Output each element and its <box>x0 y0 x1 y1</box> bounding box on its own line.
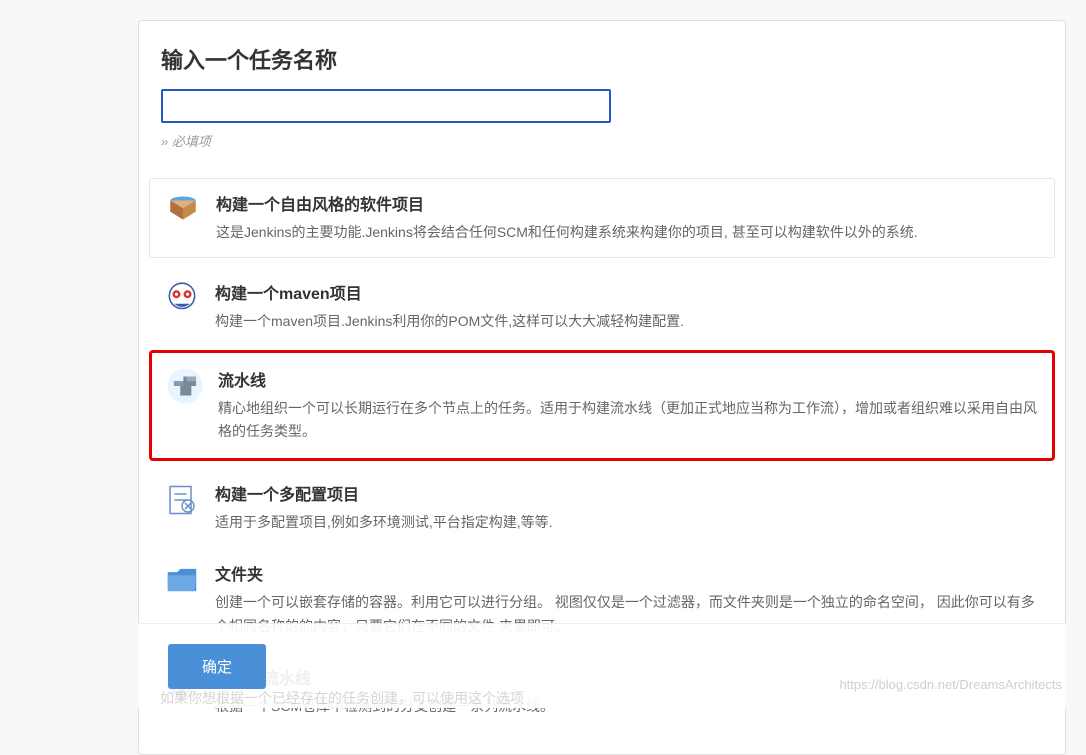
job-type-desc: 精心地组织一个可以长期运行在多个节点上的任务。适用于构建流水线（更加正式地应当称… <box>218 397 1038 445</box>
job-type-content: 流水线 精心地组织一个可以长期运行在多个节点上的任务。适用于构建流水线（更加正式… <box>218 367 1038 445</box>
job-type-content: 构建一个多配置项目 适用于多配置项目,例如多环境测试,平台指定构建,等等. <box>215 481 1041 535</box>
job-type-title: 流水线 <box>218 367 1038 391</box>
job-type-content: 构建一个maven项目 构建一个maven项目.Jenkins利用你的POM文件… <box>215 280 1041 334</box>
job-type-desc: 构建一个maven项目.Jenkins利用你的POM文件,这样可以大大减轻构建配… <box>215 310 1041 334</box>
folder-icon <box>163 561 201 599</box>
page-title: 输入一个任务名称 <box>161 43 1043 75</box>
required-hint: » 必填项 <box>161 131 1043 150</box>
header-section: 输入一个任务名称 » 必填项 <box>139 21 1065 168</box>
job-type-title: 构建一个maven项目 <box>215 280 1041 304</box>
job-type-content: 构建一个自由风格的软件项目 这是Jenkins的主要功能.Jenkins将会结合… <box>216 191 1040 245</box>
ok-button[interactable]: 确定 <box>168 644 266 689</box>
multiconfig-icon <box>163 481 201 519</box>
job-type-title: 文件夹 <box>215 561 1041 585</box>
job-type-desc: 这是Jenkins的主要功能.Jenkins将会结合任何SCM和任何构建系统来构… <box>216 221 1040 245</box>
cutoff-hint: 如果你想根据一个已经存在的任务创建，可以使用这个选项 <box>160 688 524 708</box>
job-type-multiconfig[interactable]: 构建一个多配置项目 适用于多配置项目,例如多环境测试,平台指定构建,等等. <box>149 471 1055 545</box>
job-type-maven[interactable]: 构建一个maven项目 构建一个maven项目.Jenkins利用你的POM文件… <box>149 270 1055 344</box>
job-type-title: 构建一个多配置项目 <box>215 481 1041 505</box>
job-type-freestyle[interactable]: 构建一个自由风格的软件项目 这是Jenkins的主要功能.Jenkins将会结合… <box>149 178 1055 258</box>
freestyle-icon <box>164 191 202 229</box>
pipeline-icon <box>166 367 204 405</box>
watermark: https://blog.csdn.net/DreamsArchitects <box>839 677 1062 692</box>
maven-icon <box>163 280 201 318</box>
job-type-title: 构建一个自由风格的软件项目 <box>216 191 1040 215</box>
task-name-input[interactable] <box>161 89 611 123</box>
job-type-desc: 适用于多配置项目,例如多环境测试,平台指定构建,等等. <box>215 511 1041 535</box>
job-type-pipeline[interactable]: 流水线 精心地组织一个可以长期运行在多个节点上的任务。适用于构建流水线（更加正式… <box>149 350 1055 462</box>
